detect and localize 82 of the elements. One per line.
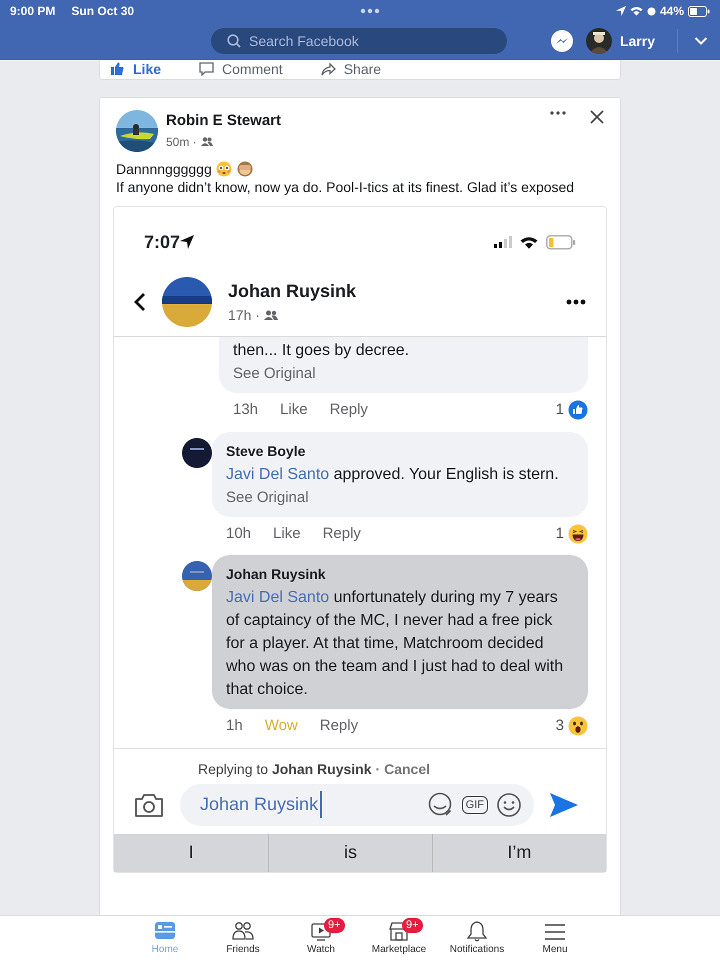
friends-icon xyxy=(231,920,255,942)
suggestion-key[interactable]: I’m xyxy=(432,834,606,872)
avatar xyxy=(162,276,212,326)
suggestion-key[interactable]: is xyxy=(269,834,433,872)
suggestion-key[interactable]: I xyxy=(114,834,270,872)
comment-button[interactable]: Comment xyxy=(199,60,283,80)
comment-text: Javi Del Santo approved. Your English is stern. xyxy=(226,464,560,484)
nav-tab[interactable]: Notifications xyxy=(440,920,514,956)
bell-icon xyxy=(465,920,489,942)
more-icon[interactable] xyxy=(550,110,566,116)
comment-time: 13h xyxy=(233,400,258,420)
phone-time: 7:07 xyxy=(144,230,180,254)
author-name[interactable]: Robin E Stewart xyxy=(166,110,282,132)
camera-icon[interactable] xyxy=(134,792,164,818)
like-link[interactable]: Like xyxy=(273,522,301,545)
comment-author[interactable]: Steve Boyle xyxy=(226,440,574,462)
mention-link[interactable]: Javi Del Santo xyxy=(226,589,330,606)
reply-link[interactable]: Reply xyxy=(330,399,368,422)
status-date: Sun Oct 30 xyxy=(71,3,134,20)
notification-count: 9+ xyxy=(402,918,423,932)
comment-time: 10h xyxy=(226,524,252,544)
like-button[interactable]: Like xyxy=(110,60,162,80)
nav-tab[interactable]: Menu xyxy=(518,920,592,956)
battery-icon xyxy=(688,6,710,16)
send-icon[interactable] xyxy=(550,792,578,816)
post-text: Dannnngggggg xyxy=(116,160,212,178)
see-original-link[interactable]: See Original xyxy=(226,486,574,508)
search-field[interactable]: Search Facebook xyxy=(211,28,507,54)
messenger-icon[interactable] xyxy=(550,29,574,53)
notification-count: 9+ xyxy=(324,918,345,932)
signal-icon xyxy=(494,236,512,248)
post-time: 50m · xyxy=(166,134,197,150)
location-icon xyxy=(180,235,194,249)
comment-text: then... It goes by decree. xyxy=(233,341,410,361)
search-icon xyxy=(227,34,241,48)
back-icon[interactable] xyxy=(134,292,146,312)
chevron-down-icon[interactable] xyxy=(694,36,708,46)
battery-icon xyxy=(546,234,576,250)
more-icon[interactable] xyxy=(566,298,586,304)
battery-percent: 44% xyxy=(660,3,684,20)
share-arrow-icon xyxy=(320,62,336,76)
nav-tab[interactable]: Marketplace 9+ xyxy=(362,920,436,956)
replying-text: Replying to Johan Ruysink xyxy=(198,760,372,779)
reply-link[interactable]: Reply xyxy=(320,715,358,738)
surprised-face-icon xyxy=(568,716,588,736)
comment-input-field[interactable]: Johan Ruysink GIF xyxy=(180,784,534,826)
see-original-link[interactable]: See Original xyxy=(233,362,574,385)
sticker-icon[interactable] xyxy=(428,792,454,818)
share-button[interactable]: Share xyxy=(320,60,382,80)
post-time: 17h · xyxy=(228,306,260,324)
multitask-dots-icon xyxy=(360,8,380,14)
nav-tab[interactable]: Friends xyxy=(206,920,280,956)
reaction-count: 3 xyxy=(556,716,564,736)
mention-link[interactable]: Javi Del Santo xyxy=(226,466,330,482)
post-text: If anyone didn’t know, now ya do. Pool-I-tics at its finest. Glad it’s exposed xyxy=(116,178,574,196)
location-icon xyxy=(616,6,626,16)
wifi-icon xyxy=(630,6,643,16)
close-icon[interactable] xyxy=(590,110,604,124)
reply-link[interactable]: Reply xyxy=(322,522,361,545)
monkey-face-icon xyxy=(236,161,254,177)
like-link[interactable]: Like xyxy=(280,399,308,422)
user-name[interactable]: Larry xyxy=(620,30,655,52)
reaction-count: 1 xyxy=(556,400,564,420)
home-icon xyxy=(153,920,177,942)
laughing-face-icon xyxy=(568,524,588,544)
like-reaction-icon xyxy=(568,400,588,420)
people-icon xyxy=(200,137,213,146)
author-name[interactable]: Johan Ruysink xyxy=(228,278,356,304)
reaction-count: 1 xyxy=(556,524,564,544)
comment-author[interactable]: Johan Ruysink xyxy=(226,563,574,586)
nav-tab[interactable]: Watch 9+ xyxy=(284,920,358,956)
people-icon xyxy=(264,310,278,320)
cancel-link[interactable]: · Cancel xyxy=(376,758,430,780)
flushed-face-icon xyxy=(216,161,232,177)
wifi-icon xyxy=(520,236,538,248)
status-time: 9:00 PM xyxy=(10,3,56,20)
comment-text: Javi Del Santo unfortunately during my 7 years of captaincy of the MC, I never had a free pick for a player. At that time, Matchroom decided who was on the team and I just had to deal with that choice. xyxy=(226,588,564,700)
comment-time: 1h xyxy=(226,716,243,736)
speech-bubble-icon xyxy=(199,62,214,76)
thumbs-up-icon xyxy=(110,62,125,76)
emoji-icon[interactable] xyxy=(496,792,522,818)
gif-button[interactable]: GIF xyxy=(462,796,488,814)
